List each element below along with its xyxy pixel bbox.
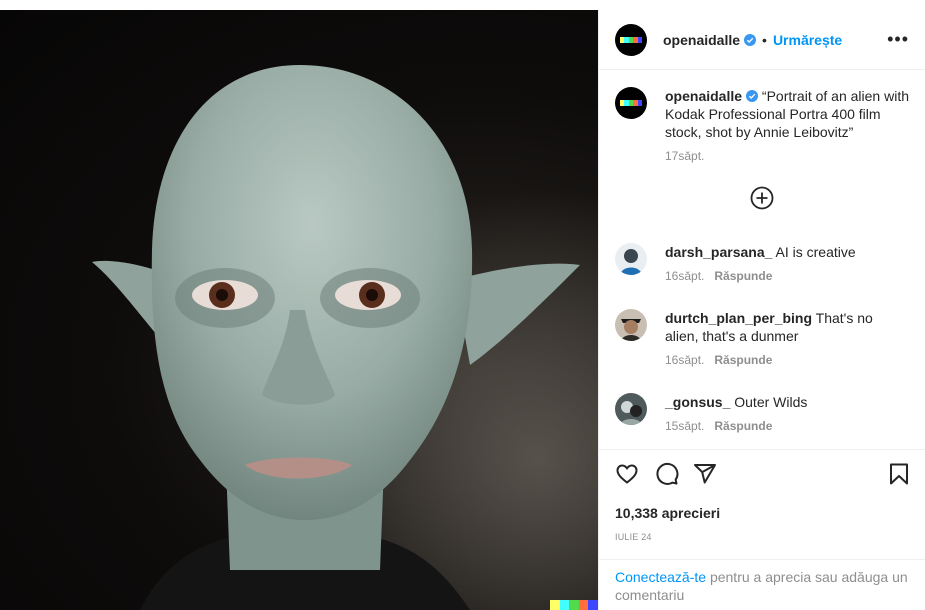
caption-text: openaidalle “Portrait of an alien with K… <box>665 87 909 141</box>
comment-row: _gonsus_ Outer Wilds 15săpt. Răspunde <box>615 393 909 433</box>
commenter-avatar[interactable] <box>615 393 647 425</box>
comment-icon[interactable] <box>655 462 679 486</box>
login-link[interactable]: Conectează-te <box>615 569 706 585</box>
comment-username[interactable]: _gonsus_ <box>665 394 730 410</box>
comment-age: 16săpt. <box>665 269 705 283</box>
comment-text: AI is creative <box>775 244 856 260</box>
login-prompt: Conectează-te pentru a aprecia sau adăug… <box>599 559 925 610</box>
alien-portrait <box>0 10 598 610</box>
caption-avatar[interactable] <box>615 87 647 119</box>
reply-button[interactable]: Răspunde <box>714 419 772 433</box>
more-icon[interactable]: ••• <box>887 29 909 50</box>
post-header: openaidalle • Urmărește ••• <box>599 10 925 70</box>
post-date[interactable]: IULIE 24 <box>615 532 652 542</box>
comment-age: 15săpt. <box>665 419 705 433</box>
post-actions: 10,338 aprecieri IULIE 24 <box>599 449 925 559</box>
caption-username[interactable]: openaidalle <box>665 88 742 104</box>
load-more-comments[interactable] <box>599 186 925 210</box>
top-strip <box>0 0 925 10</box>
save-icon[interactable] <box>887 462 911 486</box>
comment-row: darsh_parsana_ AI is creative 16săpt. Răs… <box>615 243 909 283</box>
comment-text: Outer Wilds <box>734 394 808 410</box>
commenter-avatar[interactable] <box>615 309 647 341</box>
verified-icon <box>744 33 757 46</box>
reply-button[interactable]: Răspunde <box>714 353 772 367</box>
verified-icon <box>746 90 759 102</box>
caption-age: 17săpt. <box>665 149 705 163</box>
post-side-panel: openaidalle • Urmărește ••• openaidalle … <box>598 10 925 610</box>
comment-username[interactable]: durtch_plan_per_bing <box>665 310 812 326</box>
comment-age: 16săpt. <box>665 353 705 367</box>
comment-username[interactable]: darsh_parsana_ <box>665 244 772 260</box>
dalle-signature-strip <box>550 600 598 610</box>
like-icon[interactable] <box>615 462 639 486</box>
likes-count[interactable]: 10,338 aprecieri <box>615 505 720 521</box>
author-username[interactable]: openaidalle <box>663 32 740 48</box>
caption-row: openaidalle “Portrait of an alien with K… <box>615 87 909 163</box>
reply-button[interactable]: Răspunde <box>714 269 772 283</box>
add-comment-icon[interactable] <box>750 186 774 210</box>
comments-list: openaidalle “Portrait of an alien with K… <box>599 71 925 449</box>
commenter-avatar[interactable] <box>615 243 647 275</box>
share-icon[interactable] <box>693 462 717 486</box>
comment-row: durtch_plan_per_bing That's no alien, th… <box>615 309 909 367</box>
action-icons <box>613 462 911 490</box>
follow-button[interactable]: Urmărește <box>773 32 842 48</box>
author-avatar[interactable] <box>615 23 647 56</box>
post-image[interactable] <box>0 10 598 610</box>
header-separator: • <box>762 31 767 48</box>
